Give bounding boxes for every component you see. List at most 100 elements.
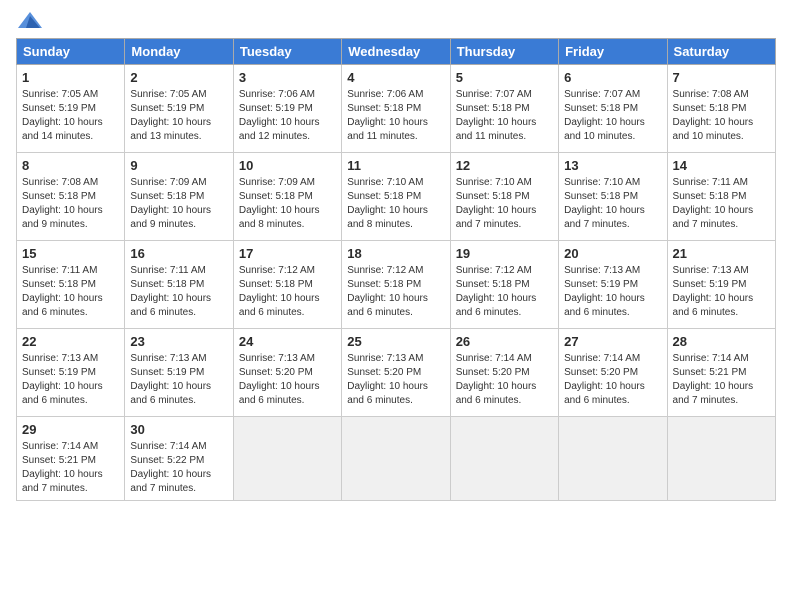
day-number: 9 (130, 157, 227, 175)
day-number: 28 (673, 333, 770, 351)
calendar-cell: 30Sunrise: 7:14 AM Sunset: 5:22 PM Dayli… (125, 417, 233, 501)
calendar-cell: 7Sunrise: 7:08 AM Sunset: 5:18 PM Daylig… (667, 65, 775, 153)
calendar-cell: 1Sunrise: 7:05 AM Sunset: 5:19 PM Daylig… (17, 65, 125, 153)
calendar-cell: 8Sunrise: 7:08 AM Sunset: 5:18 PM Daylig… (17, 153, 125, 241)
day-info: Sunrise: 7:14 AM Sunset: 5:20 PM Dayligh… (456, 352, 553, 408)
weekday-header-row: SundayMondayTuesdayWednesdayThursdayFrid… (17, 39, 776, 65)
day-number: 5 (456, 69, 553, 87)
day-info: Sunrise: 7:05 AM Sunset: 5:19 PM Dayligh… (130, 88, 227, 144)
calendar-cell: 4Sunrise: 7:06 AM Sunset: 5:18 PM Daylig… (342, 65, 450, 153)
day-number: 26 (456, 333, 553, 351)
calendar-cell: 2Sunrise: 7:05 AM Sunset: 5:19 PM Daylig… (125, 65, 233, 153)
day-info: Sunrise: 7:09 AM Sunset: 5:18 PM Dayligh… (239, 176, 336, 232)
day-info: Sunrise: 7:14 AM Sunset: 5:22 PM Dayligh… (130, 440, 227, 496)
logo (16, 10, 46, 32)
day-number: 14 (673, 157, 770, 175)
day-info: Sunrise: 7:07 AM Sunset: 5:18 PM Dayligh… (564, 88, 661, 144)
calendar-cell: 14Sunrise: 7:11 AM Sunset: 5:18 PM Dayli… (667, 153, 775, 241)
week-row: 22Sunrise: 7:13 AM Sunset: 5:19 PM Dayli… (17, 329, 776, 417)
weekday-header: Saturday (667, 39, 775, 65)
day-info: Sunrise: 7:10 AM Sunset: 5:18 PM Dayligh… (456, 176, 553, 232)
day-number: 11 (347, 157, 444, 175)
day-number: 29 (22, 421, 119, 439)
day-number: 1 (22, 69, 119, 87)
calendar-cell: 13Sunrise: 7:10 AM Sunset: 5:18 PM Dayli… (559, 153, 667, 241)
day-info: Sunrise: 7:08 AM Sunset: 5:18 PM Dayligh… (22, 176, 119, 232)
day-number: 19 (456, 245, 553, 263)
day-info: Sunrise: 7:13 AM Sunset: 5:20 PM Dayligh… (347, 352, 444, 408)
day-number: 22 (22, 333, 119, 351)
weekday-header: Tuesday (233, 39, 341, 65)
day-info: Sunrise: 7:13 AM Sunset: 5:20 PM Dayligh… (239, 352, 336, 408)
day-info: Sunrise: 7:11 AM Sunset: 5:18 PM Dayligh… (130, 264, 227, 320)
day-info: Sunrise: 7:11 AM Sunset: 5:18 PM Dayligh… (22, 264, 119, 320)
calendar-cell: 24Sunrise: 7:13 AM Sunset: 5:20 PM Dayli… (233, 329, 341, 417)
day-number: 10 (239, 157, 336, 175)
day-number: 3 (239, 69, 336, 87)
week-row: 1Sunrise: 7:05 AM Sunset: 5:19 PM Daylig… (17, 65, 776, 153)
calendar-cell: 6Sunrise: 7:07 AM Sunset: 5:18 PM Daylig… (559, 65, 667, 153)
calendar-cell: 28Sunrise: 7:14 AM Sunset: 5:21 PM Dayli… (667, 329, 775, 417)
day-number: 17 (239, 245, 336, 263)
calendar-cell: 19Sunrise: 7:12 AM Sunset: 5:18 PM Dayli… (450, 241, 558, 329)
day-number: 2 (130, 69, 227, 87)
day-number: 8 (22, 157, 119, 175)
day-info: Sunrise: 7:13 AM Sunset: 5:19 PM Dayligh… (673, 264, 770, 320)
day-info: Sunrise: 7:06 AM Sunset: 5:19 PM Dayligh… (239, 88, 336, 144)
calendar-cell: 18Sunrise: 7:12 AM Sunset: 5:18 PM Dayli… (342, 241, 450, 329)
day-info: Sunrise: 7:05 AM Sunset: 5:19 PM Dayligh… (22, 88, 119, 144)
day-number: 21 (673, 245, 770, 263)
day-number: 18 (347, 245, 444, 263)
calendar-cell: 29Sunrise: 7:14 AM Sunset: 5:21 PM Dayli… (17, 417, 125, 501)
day-info: Sunrise: 7:10 AM Sunset: 5:18 PM Dayligh… (347, 176, 444, 232)
day-info: Sunrise: 7:07 AM Sunset: 5:18 PM Dayligh… (456, 88, 553, 144)
page-container: SundayMondayTuesdayWednesdayThursdayFrid… (0, 0, 792, 511)
week-row: 8Sunrise: 7:08 AM Sunset: 5:18 PM Daylig… (17, 153, 776, 241)
day-number: 24 (239, 333, 336, 351)
day-info: Sunrise: 7:09 AM Sunset: 5:18 PM Dayligh… (130, 176, 227, 232)
calendar-cell (667, 417, 775, 501)
calendar-cell: 22Sunrise: 7:13 AM Sunset: 5:19 PM Dayli… (17, 329, 125, 417)
day-info: Sunrise: 7:14 AM Sunset: 5:20 PM Dayligh… (564, 352, 661, 408)
day-info: Sunrise: 7:13 AM Sunset: 5:19 PM Dayligh… (130, 352, 227, 408)
day-info: Sunrise: 7:12 AM Sunset: 5:18 PM Dayligh… (347, 264, 444, 320)
calendar-cell: 3Sunrise: 7:06 AM Sunset: 5:19 PM Daylig… (233, 65, 341, 153)
day-number: 25 (347, 333, 444, 351)
header (16, 10, 776, 32)
calendar-cell (233, 417, 341, 501)
calendar-cell: 17Sunrise: 7:12 AM Sunset: 5:18 PM Dayli… (233, 241, 341, 329)
calendar-cell (450, 417, 558, 501)
day-number: 7 (673, 69, 770, 87)
weekday-header: Wednesday (342, 39, 450, 65)
day-info: Sunrise: 7:08 AM Sunset: 5:18 PM Dayligh… (673, 88, 770, 144)
day-info: Sunrise: 7:12 AM Sunset: 5:18 PM Dayligh… (456, 264, 553, 320)
day-number: 12 (456, 157, 553, 175)
day-info: Sunrise: 7:13 AM Sunset: 5:19 PM Dayligh… (564, 264, 661, 320)
day-info: Sunrise: 7:10 AM Sunset: 5:18 PM Dayligh… (564, 176, 661, 232)
logo-icon (16, 10, 44, 32)
calendar-cell: 16Sunrise: 7:11 AM Sunset: 5:18 PM Dayli… (125, 241, 233, 329)
day-number: 13 (564, 157, 661, 175)
day-info: Sunrise: 7:14 AM Sunset: 5:21 PM Dayligh… (22, 440, 119, 496)
day-info: Sunrise: 7:14 AM Sunset: 5:21 PM Dayligh… (673, 352, 770, 408)
calendar-cell: 10Sunrise: 7:09 AM Sunset: 5:18 PM Dayli… (233, 153, 341, 241)
calendar-cell (559, 417, 667, 501)
calendar-table: SundayMondayTuesdayWednesdayThursdayFrid… (16, 38, 776, 501)
day-number: 16 (130, 245, 227, 263)
calendar-cell: 27Sunrise: 7:14 AM Sunset: 5:20 PM Dayli… (559, 329, 667, 417)
day-info: Sunrise: 7:06 AM Sunset: 5:18 PM Dayligh… (347, 88, 444, 144)
calendar-cell: 12Sunrise: 7:10 AM Sunset: 5:18 PM Dayli… (450, 153, 558, 241)
calendar-cell: 5Sunrise: 7:07 AM Sunset: 5:18 PM Daylig… (450, 65, 558, 153)
day-number: 6 (564, 69, 661, 87)
calendar-cell: 11Sunrise: 7:10 AM Sunset: 5:18 PM Dayli… (342, 153, 450, 241)
weekday-header: Sunday (17, 39, 125, 65)
day-number: 27 (564, 333, 661, 351)
calendar-cell: 23Sunrise: 7:13 AM Sunset: 5:19 PM Dayli… (125, 329, 233, 417)
day-number: 20 (564, 245, 661, 263)
day-info: Sunrise: 7:11 AM Sunset: 5:18 PM Dayligh… (673, 176, 770, 232)
day-number: 30 (130, 421, 227, 439)
calendar-cell: 20Sunrise: 7:13 AM Sunset: 5:19 PM Dayli… (559, 241, 667, 329)
day-number: 4 (347, 69, 444, 87)
day-info: Sunrise: 7:13 AM Sunset: 5:19 PM Dayligh… (22, 352, 119, 408)
weekday-header: Monday (125, 39, 233, 65)
